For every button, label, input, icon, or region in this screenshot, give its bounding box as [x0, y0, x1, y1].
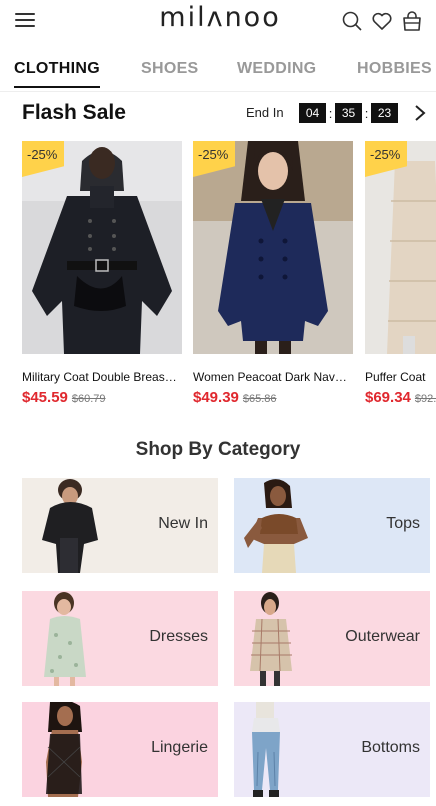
category-label: New In [158, 515, 208, 532]
timer-seconds: 23 [371, 103, 398, 123]
flash-sale-carousel[interactable]: -25% Military Coat Double Breasted Black… [0, 141, 436, 416]
product-name: Military Coat Double Breasted Black Cape… [22, 370, 180, 384]
header: milʌnoo [0, 0, 436, 44]
category-tops[interactable]: Tops [234, 478, 430, 573]
countdown-timer: 04 : 35 : 23 [299, 103, 398, 123]
bag-icon[interactable] [400, 9, 424, 33]
category-outerwear[interactable]: Outerwear [234, 591, 430, 686]
product-price: $69.34 [365, 389, 411, 406]
product-name: Puffer Coat [365, 370, 426, 384]
flash-sale-end-label: End In [246, 105, 284, 120]
product-card[interactable]: -25% Puffer Coat $69.34$92.45 [365, 141, 436, 407]
chevron-right-icon[interactable] [413, 103, 427, 123]
category-label: Bottoms [361, 739, 420, 756]
shop-by-category-title: Shop By Category [135, 439, 301, 460]
product-old-price: $92.45 [414, 393, 436, 405]
category-tabs: CLOTHING SHOES WEDDING HOBBIES [0, 54, 436, 92]
timer-separator: : [328, 105, 333, 121]
heart-icon[interactable] [370, 9, 394, 33]
category-label: Tops [386, 515, 420, 532]
timer-hours: 04 [299, 103, 326, 123]
timer-separator: : [364, 105, 369, 121]
product-name: Women Peacoat Dark Navy Blue Coat [193, 370, 351, 384]
product-old-price: $65.86 [242, 393, 277, 405]
category-label: Outerwear [345, 628, 420, 645]
header-actions [340, 9, 424, 33]
category-new-in[interactable]: New In [22, 478, 218, 573]
logo-text: milʌnoo [159, 2, 281, 33]
product-image: -25% [365, 141, 436, 354]
category-lingerie[interactable]: Lingerie [22, 702, 218, 797]
flash-sale-title: Flash Sale [22, 101, 126, 124]
product-prices: $45.59 $60.79 [22, 389, 182, 407]
tab-clothing[interactable]: CLOTHING [14, 60, 100, 88]
category-label: Dresses [149, 628, 208, 645]
product-prices: $49.39 $65.86 [193, 389, 353, 407]
product-image: -25% [193, 141, 353, 354]
product-price: $45.59 [22, 389, 68, 406]
product-card[interactable]: -25% Women Peacoat Dark Navy Blue Coat $… [193, 141, 353, 407]
category-label: Lingerie [151, 739, 208, 756]
tab-shoes[interactable]: SHOES [141, 60, 199, 78]
product-price: $49.39 [193, 389, 239, 406]
product-old-price: $60.79 [71, 393, 106, 405]
product-prices: $69.34$92.45 [365, 389, 436, 407]
search-icon[interactable] [340, 9, 364, 33]
product-image: -25% [22, 141, 182, 354]
category-bottoms[interactable]: Bottoms [234, 702, 430, 797]
category-dresses[interactable]: Dresses [22, 591, 218, 686]
product-card[interactable]: -25% Military Coat Double Breasted Black… [22, 141, 182, 407]
tab-hobbies[interactable]: HOBBIES [357, 60, 432, 78]
timer-minutes: 35 [335, 103, 362, 123]
tab-wedding[interactable]: WEDDING [237, 60, 316, 78]
